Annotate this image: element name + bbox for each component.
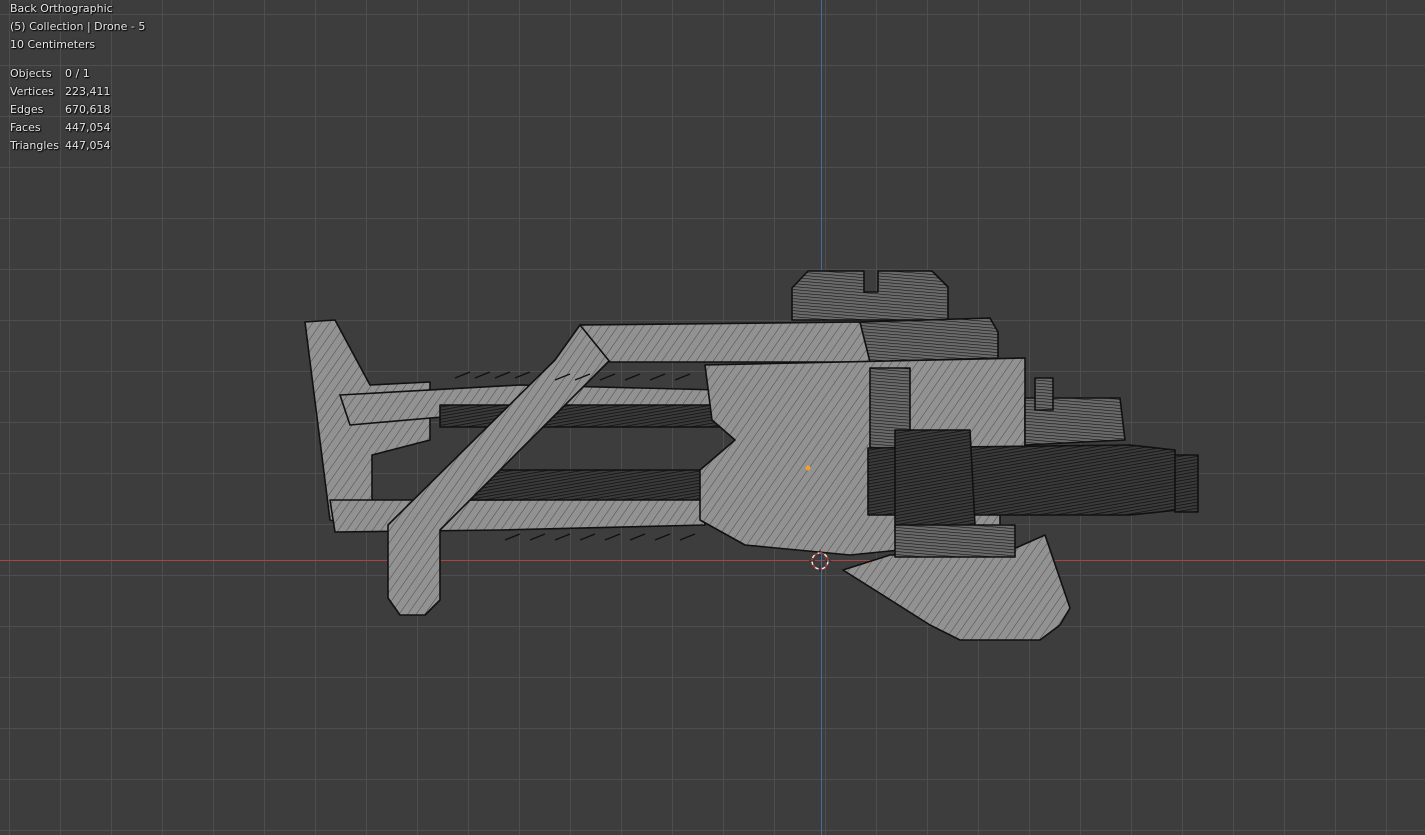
stat-value: 447,054 <box>65 121 111 134</box>
stat-label: Triangles <box>10 139 59 152</box>
stat-row-faces: Faces 447,054 <box>10 119 111 137</box>
stat-value: 670,618 <box>65 103 111 116</box>
stat-row-objects: Objects 0 / 1 <box>10 65 111 83</box>
turret-ring <box>859 317 999 363</box>
viewport-info-overlay: Back Orthographic (5) Collection | Drone… <box>10 0 145 155</box>
stat-row-triangles: Triangles 447,054 <box>10 137 111 155</box>
top-brace <box>579 321 871 363</box>
inner-rail-1 <box>439 404 731 428</box>
collection-info: (5) Collection | Drone - 5 <box>10 20 146 33</box>
stat-value: 223,411 <box>65 85 111 98</box>
barrel-sleeve <box>894 429 976 529</box>
3d-cursor-icon[interactable] <box>809 550 831 572</box>
stat-label: Vertices <box>10 85 54 98</box>
3d-viewport[interactable]: Back Orthographic (5) Collection | Drone… <box>0 0 1425 835</box>
turret-cap <box>791 270 949 321</box>
stat-label: Edges <box>10 103 44 116</box>
stat-row-vertices: Vertices 223,411 <box>10 83 111 101</box>
barrel-ring-top <box>1034 377 1054 411</box>
stat-label: Faces <box>10 121 41 134</box>
object-origin-dot <box>805 465 811 471</box>
stat-row-edges: Edges 670,618 <box>10 101 111 119</box>
drone-mesh-object[interactable] <box>0 0 1425 835</box>
grip-block <box>894 524 1016 558</box>
scene-statistics: Objects 0 / 1 Vertices 223,411 Edges 670… <box>10 65 111 155</box>
view-name: Back Orthographic <box>10 2 113 15</box>
inner-rail-2 <box>469 469 721 501</box>
barrel-muzzle <box>1174 454 1199 513</box>
stat-value: 447,054 <box>65 139 111 152</box>
stat-label: Objects <box>10 67 52 80</box>
stat-value: 0 / 1 <box>65 67 90 80</box>
grid-scale: 10 Centimeters <box>10 38 96 51</box>
